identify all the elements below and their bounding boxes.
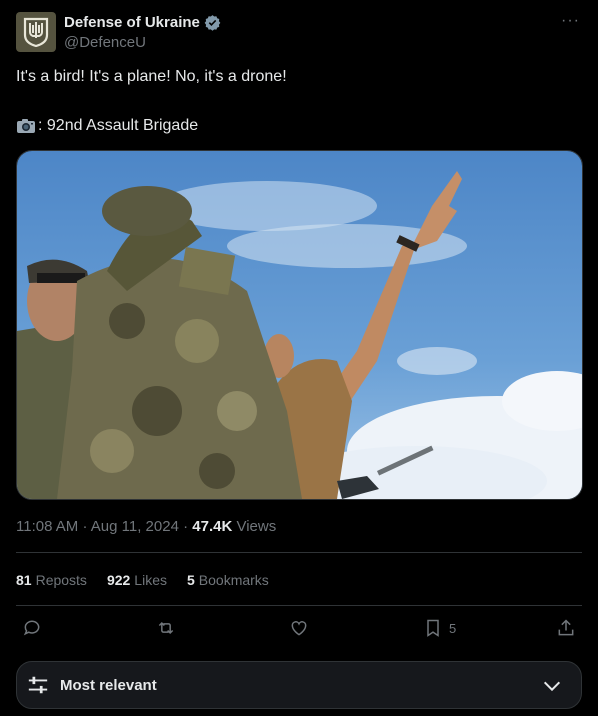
divider	[16, 605, 582, 606]
reply-sort-dropdown[interactable]: Most relevant	[16, 661, 582, 709]
heart-icon	[291, 621, 307, 636]
meta-separator: ·	[82, 518, 88, 535]
reply-button[interactable]	[22, 618, 42, 638]
repost-icon	[158, 621, 174, 635]
repost-button[interactable]	[156, 618, 176, 638]
reply-icon	[23, 620, 40, 636]
views-count: 47.4K	[192, 518, 233, 535]
like-button[interactable]	[289, 618, 309, 638]
camera-emoji-icon	[17, 119, 35, 133]
avatar[interactable]	[16, 12, 56, 52]
credit-text: : 92nd Assault Brigade	[38, 117, 199, 134]
post-text-credit: : 92nd Assault Brigade	[16, 117, 198, 135]
bookmark-icon	[427, 619, 439, 637]
post-photo[interactable]	[16, 150, 583, 500]
sort-label: Most relevant	[60, 677, 157, 694]
likes-stat[interactable]: 922 Likes	[107, 572, 167, 588]
views-label: Views	[236, 518, 277, 535]
author-display-name[interactable]: Defense of Ukraine	[64, 14, 200, 31]
sliders-icon	[28, 676, 48, 694]
post-date[interactable]: Aug 11, 2024	[91, 518, 179, 535]
share-icon	[558, 619, 574, 636]
author-handle[interactable]: @DefenceU	[64, 34, 146, 51]
post-header: Defense of Ukraine @DefenceU ···	[16, 12, 582, 56]
divider	[16, 552, 582, 553]
verified-badge-icon	[204, 15, 221, 31]
engagement-stats: 81 Reposts 922 Likes 5 Bookmarks	[16, 572, 269, 588]
reposts-stat[interactable]: 81 Reposts	[16, 572, 87, 588]
trident-emblem-icon	[23, 17, 49, 47]
post-meta: 11:08 AM · Aug 11, 2024 · 47.4K Views	[16, 518, 276, 535]
name-row: Defense of Ukraine	[64, 14, 221, 31]
bookmarks-stat[interactable]: 5 Bookmarks	[187, 572, 269, 588]
bookmark-count: 5	[449, 620, 457, 636]
soldiers-photo	[17, 151, 582, 499]
post-time[interactable]: 11:08 AM	[16, 518, 78, 535]
bookmark-button[interactable]: 5	[423, 618, 456, 638]
chevron-down-icon	[543, 681, 561, 692]
share-button[interactable]	[556, 618, 576, 638]
action-bar: 5	[16, 618, 582, 642]
more-options-icon[interactable]: ···	[561, 12, 580, 30]
meta-separator: ·	[183, 518, 189, 535]
post-text-line: It's a bird! It's a plane! No, it's a dr…	[16, 68, 287, 85]
